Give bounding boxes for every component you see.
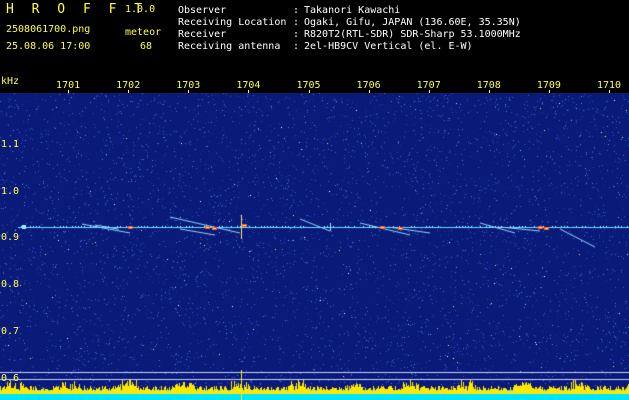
frequency-tick-label: 0.6 [1,372,20,384]
receiver-value: R820T2(RTL-SDR) SDR-Sharp 53.1000MHz [304,29,521,40]
meteor-count-value: 68 [140,41,153,52]
spectrogram-display [0,93,629,400]
location-colon: : [293,17,300,28]
frequency-tick-label: 1.1 [1,138,20,150]
frequency-tick-label: 1.0 [1,185,20,197]
frequency-tick-label: 0.7 [1,325,20,337]
header-panel: H R O F F T 1.0.0 2508061700.png 25.08.0… [0,0,629,76]
antenna-value: 2el-HB9CV Vertical (el. E-W) [304,41,473,52]
observation-datetime: 25.08.06 17:00 [6,41,91,52]
observer-value: Takanori Kawachi [304,5,401,16]
image-filename: 2508061700.png [6,24,91,35]
observer-label: Observer [178,5,227,16]
y-axis-unit: kHz [1,76,20,87]
location-value: Ogaki, Gifu, JAPAN (136.60E, 35.35N) [304,17,521,28]
receiver-label: Receiver [178,29,227,40]
frequency-tick-label: 0.9 [1,232,20,244]
antenna-label: Receiving antenna [178,41,281,52]
observer-colon: : [293,5,300,16]
app-version: 1.0.0 [125,4,156,15]
location-label: Receiving Location [178,17,287,28]
frequency-tick-label: 0.8 [1,279,20,291]
receiver-colon: : [293,29,300,40]
meteor-count-label: meteor [125,27,162,38]
time-scale-bar: kHz 1701 1702 1703 1704 1705 1706 1707 1708 1709… [0,76,629,93]
antenna-colon: : [293,41,300,52]
